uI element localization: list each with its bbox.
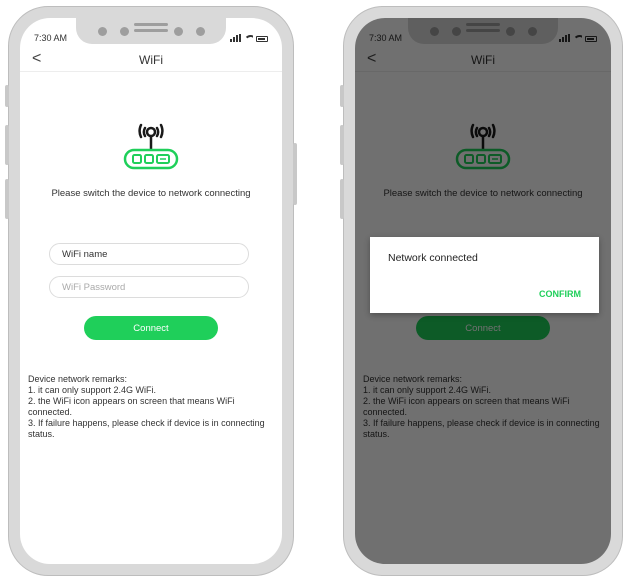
speaker-icon bbox=[134, 29, 168, 32]
phone-frame-right: 7:30 AM < WiFi Please switch the devi bbox=[340, 6, 623, 576]
screen-wifi-connected: 7:30 AM < WiFi Please switch the devi bbox=[355, 18, 611, 564]
remarks-title: Device network remarks: bbox=[28, 374, 128, 384]
page-title: WiFi bbox=[139, 53, 163, 67]
power-button bbox=[293, 143, 297, 205]
notch bbox=[76, 18, 226, 44]
sensor-icon bbox=[174, 27, 183, 36]
router-wifi-icon bbox=[123, 123, 179, 170]
sensor-icon bbox=[120, 27, 129, 36]
network-connected-dialog: Network connected CONFIRM bbox=[370, 237, 599, 313]
nav-bar: < WiFi bbox=[20, 48, 282, 72]
confirm-button[interactable]: CONFIRM bbox=[539, 289, 581, 299]
speaker-icon bbox=[134, 23, 168, 26]
mute-switch bbox=[5, 85, 9, 107]
wifi-status-icon bbox=[244, 35, 253, 42]
volume-down-button bbox=[340, 179, 344, 219]
mute-switch bbox=[340, 85, 344, 107]
phone-frame-left: 7:30 AM < WiFi Please switch the device … bbox=[5, 6, 297, 576]
remark-item: 2. the WiFi icon appears on screen that … bbox=[28, 396, 235, 417]
wifi-password-input[interactable] bbox=[49, 276, 249, 298]
status-time: 7:30 AM bbox=[34, 33, 68, 43]
instruction-text: Please switch the device to network conn… bbox=[51, 188, 251, 199]
screen-wifi-setup: 7:30 AM < WiFi Please switch the device … bbox=[20, 18, 282, 564]
remark-item: 3. If failure happens, please check if d… bbox=[28, 418, 265, 439]
wifi-name-input[interactable] bbox=[49, 243, 249, 265]
volume-up-button bbox=[5, 125, 9, 165]
camera-icon bbox=[196, 27, 205, 36]
battery-icon bbox=[256, 36, 268, 42]
signal-icon bbox=[230, 34, 241, 42]
volume-down-button bbox=[5, 179, 9, 219]
remark-item: 1. it can only support 2.4G WiFi. bbox=[28, 385, 157, 395]
dialog-message: Network connected bbox=[388, 252, 478, 264]
volume-up-button bbox=[340, 125, 344, 165]
remarks: Device network remarks: 1. it can only s… bbox=[28, 374, 272, 440]
connect-button[interactable]: Connect bbox=[84, 316, 218, 340]
camera-icon bbox=[98, 27, 107, 36]
status-icons bbox=[230, 32, 268, 42]
